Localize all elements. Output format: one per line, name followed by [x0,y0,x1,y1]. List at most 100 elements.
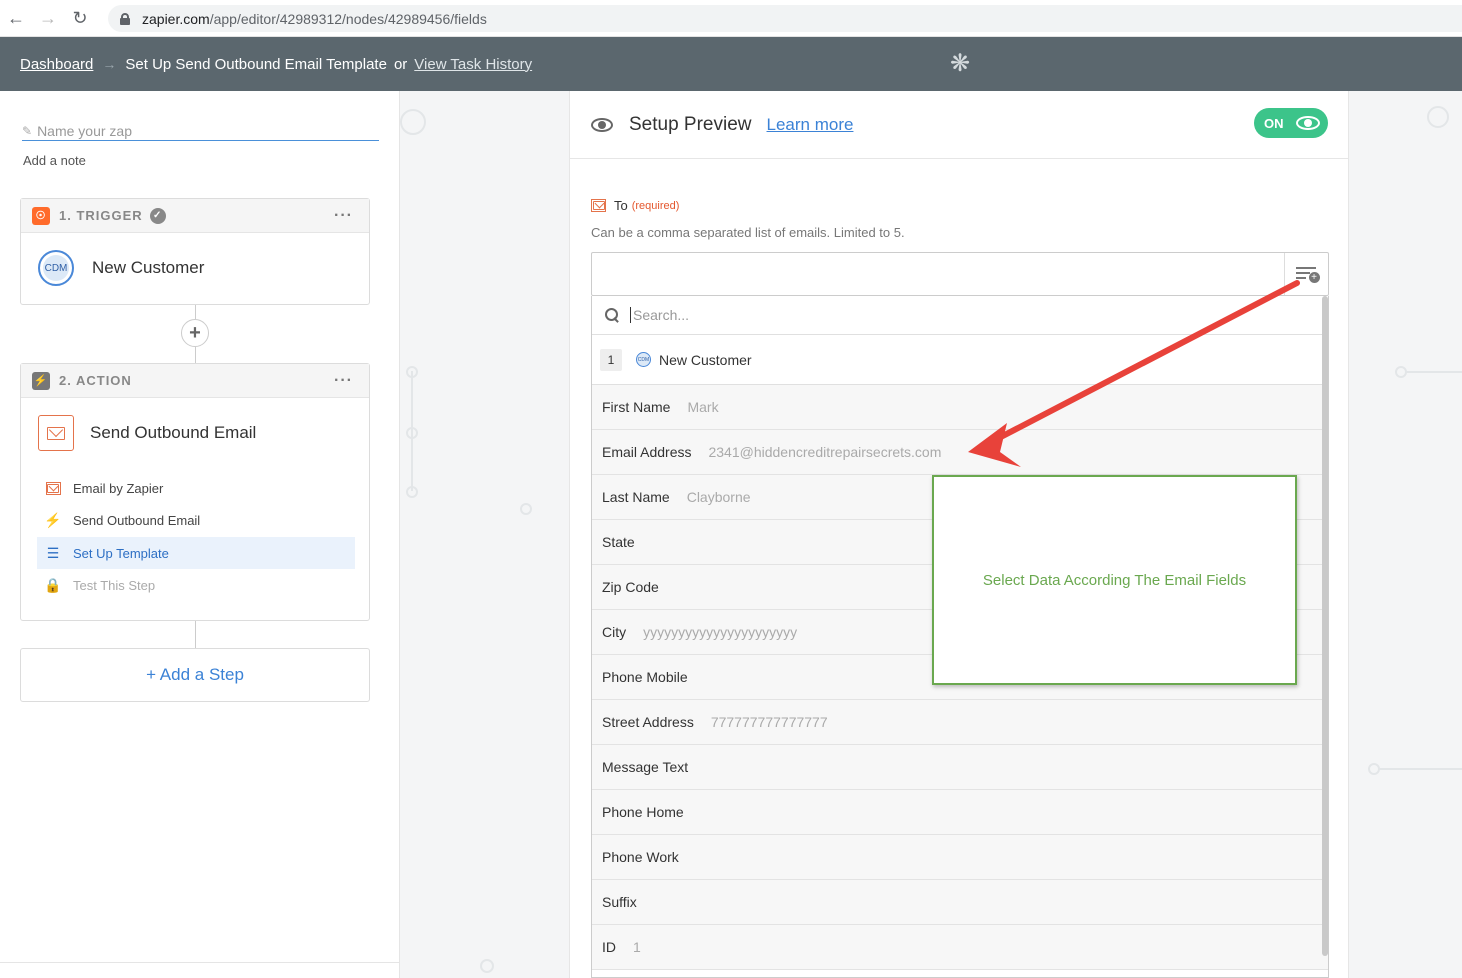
zap-name-input[interactable]: ✎ Name your zap [22,121,379,141]
field-value: Mark [687,399,719,415]
decoration [1405,371,1462,373]
reload-icon[interactable]: ↻ [64,0,96,37]
trigger-header: ☉ 1. TRIGGER ✓ ··· [21,199,369,233]
decoration [480,959,494,973]
mail-icon [591,199,606,212]
annotation-text: Select Data According The Email Fields [982,571,1247,589]
pencil-icon: ✎ [22,123,33,138]
sidebar: ✎ Name your zap Add a note ☉ 1. TRIGGER … [0,91,400,978]
field-name: Suffix [602,894,637,910]
action-menu-button[interactable]: ··· [334,372,353,390]
sub-item-send-outbound-email[interactable]: ⚡ Send Outbound Email [37,504,355,536]
field-value: yyyyyyyyyyyyyyyyyyyyyy [643,624,798,640]
email-app-icon [38,415,74,451]
learn-more-link[interactable]: Learn more [767,115,854,135]
field-name: Phone Work [602,849,679,865]
trigger-menu-button[interactable]: ··· [334,207,353,225]
data-field-option[interactable]: Message Text [592,745,1328,790]
browser-toolbar: ← → ↻ zapier.com/app/editor/42989312/nod… [0,0,1462,37]
to-label: To [614,198,628,213]
decoration [400,109,426,135]
action-app-label: Send Outbound Email [90,423,257,442]
cdm-logo-icon: CDM [636,352,651,367]
data-field-option[interactable]: First Name Mark [592,385,1328,430]
toggle-label: ON [1264,115,1284,131]
dropdown-search [592,296,1328,335]
list-plus-icon: + [1295,266,1320,283]
to-field-label: To (required) [591,198,679,213]
url-text: zapier.com/app/editor/42989312/nodes/429… [142,10,487,27]
check-icon: ✓ [149,207,166,224]
lock-icon [120,12,130,25]
field-name: Phone Home [602,804,684,820]
connector-line [195,621,196,648]
lock-icon: 🔒 [44,576,62,593]
action-header: ⚡ 2. ACTION ··· [21,364,369,398]
action-heading: 2. ACTION [59,373,132,388]
bolt-icon: ⚡ [44,511,62,528]
field-name: Zip Code [602,579,659,595]
page-title: Set Up Send Outbound Email Template [125,55,387,73]
zap-name-placeholder: Name your zap [37,122,132,139]
field-name: City [602,624,627,640]
add-step-plus-button[interactable]: + [181,319,209,347]
trigger-heading: 1. TRIGGER [59,208,143,223]
decoration [1368,763,1380,775]
sub-item-label: Email by Zapier [73,480,164,496]
add-step-button[interactable]: + Add a Step [20,648,370,702]
insert-field-button[interactable]: + [1284,253,1328,295]
search-input[interactable] [630,307,1230,323]
action-card[interactable]: ⚡ 2. ACTION ··· Send Outbound Email Emai… [20,363,370,621]
cdm-logo-icon: CDM [38,250,74,286]
sub-item-label: Send Outbound Email [73,512,201,528]
dashboard-link[interactable]: Dashboard [20,56,93,73]
field-value: 1 [633,939,641,955]
sub-item-email-by-zapier[interactable]: Email by Zapier [37,472,355,504]
address-bar[interactable]: zapier.com/app/editor/42989312/nodes/429… [108,5,1462,32]
field-name: Email Address [602,444,692,460]
decoration [406,366,418,378]
action-app[interactable]: Send Outbound Email [21,398,369,468]
sub-item-label: Set Up Template [73,545,169,561]
list-icon: ☰ [46,544,60,561]
field-name: Phone Mobile [602,669,688,685]
bolt-icon: ⚡ [32,371,50,390]
field-value: 777777777777777 [710,714,828,730]
data-field-option[interactable]: Phone Home [592,790,1328,835]
app-header: Dashboard → Set Up Send Outbound Email T… [0,37,1462,91]
sub-item-label: Test This Step [73,577,156,593]
add-note-link[interactable]: Add a note [23,153,86,168]
field-value: 2341@hiddencreditrepairsecrets.com [708,444,942,460]
field-name: First Name [602,399,671,415]
data-field-option[interactable]: Street Address 777777777777777 [592,700,1328,745]
scrollbar[interactable] [1322,296,1328,956]
data-field-option[interactable]: Email Address 2341@hiddencreditrepairsecr… [592,430,1328,475]
decoration [1427,106,1449,128]
to-field-input[interactable]: + [591,252,1329,296]
field-name: Message Text [602,759,689,775]
zapier-asterisk-icon: ❋ [949,50,971,77]
decoration [406,427,418,439]
required-label: (required) [631,199,680,212]
sub-item-set-up-template[interactable]: ☰ Set Up Template [37,537,355,569]
trigger-app[interactable]: CDM New Customer [21,233,369,303]
trigger-card[interactable]: ☉ 1. TRIGGER ✓ ··· CDM New Customer [20,198,370,305]
data-group-header[interactable]: 1 CDM New Customer [592,335,1328,385]
preview-toggle[interactable]: ON [1254,108,1328,138]
task-history-link[interactable]: View Task History [414,56,532,73]
forward-arrow-icon[interactable]: → [32,0,64,37]
data-field-option[interactable]: ID 1 [592,925,1328,970]
panel-header: Setup Preview Learn more ON [570,91,1348,159]
data-field-option[interactable]: Suffix [592,880,1328,925]
panel-title: Setup Preview [629,113,752,135]
divider [0,962,400,963]
eye-icon [1295,115,1322,131]
back-arrow-icon[interactable]: ← [0,0,32,37]
decoration [1378,768,1462,770]
mail-icon [45,481,61,495]
connector-line [195,305,196,319]
data-field-option[interactable]: Phone Work [592,835,1328,880]
eye-icon [591,117,615,133]
field-name: Street Address [602,714,694,730]
or-text: or [393,55,408,73]
